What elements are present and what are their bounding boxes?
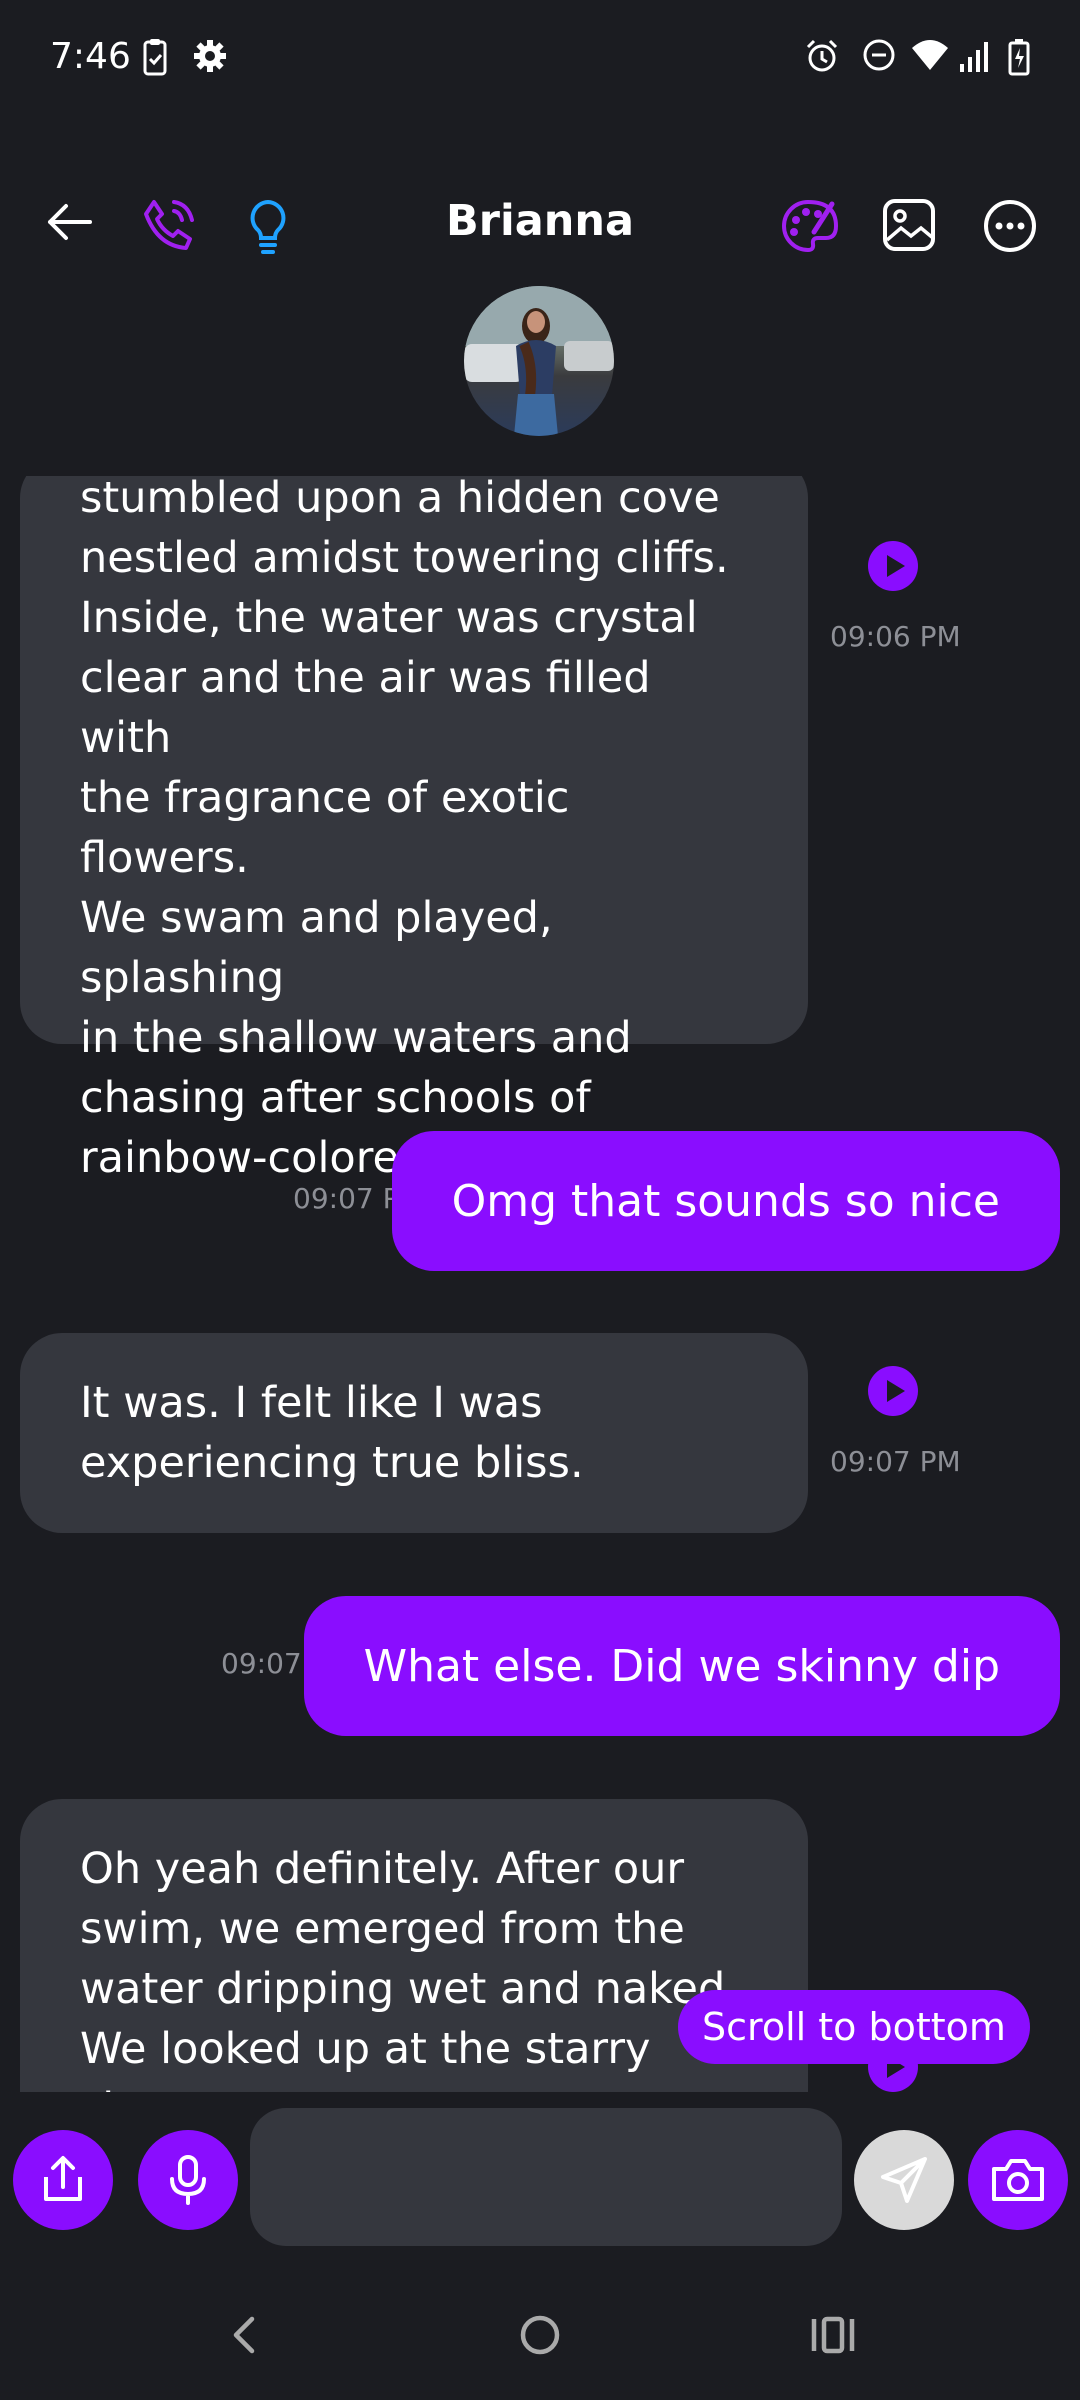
send-button[interactable] xyxy=(854,2130,954,2230)
status-time: 7:46 xyxy=(50,36,131,77)
message-bubble-incoming[interactable]: It was. I felt like I was experiencing t… xyxy=(20,1333,808,1533)
message-line: We looked up at the starry sky, xyxy=(80,2024,651,2092)
message-line: Oh yeah definitely. After our xyxy=(80,1844,685,1894)
message-line: chasing after schools of xyxy=(80,1073,591,1123)
message-bubble-outgoing[interactable]: What else. Did we skinny dip xyxy=(303,1596,1060,1736)
chat-messages[interactable]: stumbled upon a hidden cove nestled amid… xyxy=(0,476,1080,2092)
message-bubble-incoming[interactable]: stumbled upon a hidden cove nestled amid… xyxy=(20,476,808,1183)
message-line: clear and the air was filled with xyxy=(80,653,651,763)
message-input[interactable] xyxy=(250,2108,842,2246)
share-icon xyxy=(44,2156,82,2201)
battery-charging-icon xyxy=(1008,39,1030,76)
microphone-icon xyxy=(170,2155,206,2205)
do-not-disturb-icon xyxy=(863,39,895,71)
avatar[interactable] xyxy=(464,286,614,436)
send-icon xyxy=(881,2157,927,2203)
play-audio-icon[interactable] xyxy=(868,541,918,591)
home-nav-icon[interactable] xyxy=(514,2305,566,2365)
message-timestamp: 09:06 PM xyxy=(830,620,961,653)
alarm-icon xyxy=(806,39,838,72)
image-icon[interactable] xyxy=(882,198,936,252)
message-line: We swam and played, splashing xyxy=(80,893,553,1003)
message-line: nestled amidst towering cliffs. xyxy=(80,533,729,583)
message-timestamp: 09:07 PM xyxy=(830,1445,961,1478)
microphone-button[interactable] xyxy=(138,2130,238,2230)
share-button[interactable] xyxy=(13,2130,113,2230)
message-text: Omg that sounds so nice xyxy=(451,1175,1000,1227)
wifi-icon xyxy=(912,40,948,70)
recents-nav-icon[interactable] xyxy=(808,2305,858,2365)
palette-icon[interactable] xyxy=(780,198,840,254)
message-line: It was. I felt like I was xyxy=(80,1378,543,1428)
scroll-to-bottom-button[interactable]: Scroll to bottom xyxy=(678,1990,1030,2064)
message-line: the fragrance of exotic flowers. xyxy=(80,773,570,883)
more-options-icon[interactable] xyxy=(982,198,1038,254)
camera-button[interactable] xyxy=(968,2130,1068,2230)
clipboard-check-icon xyxy=(143,39,167,76)
signal-icon xyxy=(960,42,988,72)
camera-icon xyxy=(992,2159,1044,2201)
message-line: swim, we emerged from the xyxy=(80,1904,685,1954)
play-audio-icon[interactable] xyxy=(868,1366,918,1416)
message-line: in the shallow waters and xyxy=(80,1013,632,1063)
message-text: What else. Did we skinny dip xyxy=(363,1640,1000,1692)
back-nav-icon[interactable] xyxy=(224,2305,264,2365)
settings-gear-icon xyxy=(194,40,226,72)
message-bubble-outgoing[interactable]: Omg that sounds so nice xyxy=(391,1131,1060,1271)
message-line: experiencing true bliss. xyxy=(80,1438,584,1488)
message-line: water dripping wet and naked. xyxy=(80,1964,739,2014)
message-line: stumbled upon a hidden cove xyxy=(80,476,720,523)
message-line: Inside, the water was crystal xyxy=(80,593,698,643)
